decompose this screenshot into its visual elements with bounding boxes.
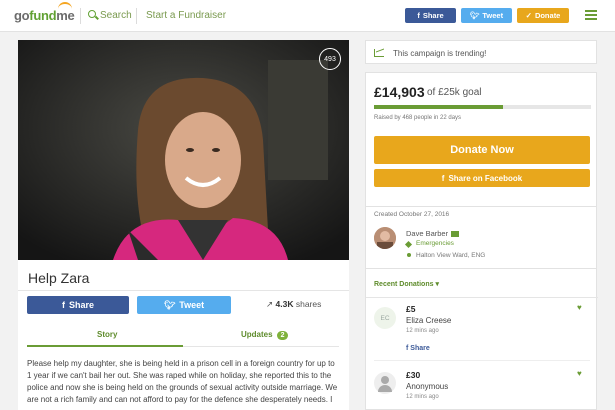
heart-icon[interactable]: ♥: [577, 369, 582, 378]
recent-donations-panel: Recent Donations EC £5 Eliza Creese 12 m…: [365, 268, 598, 410]
hamburger-menu-icon[interactable]: [585, 10, 597, 20]
goal-text: of £25k goal: [427, 87, 482, 98]
search-icon[interactable]: [88, 10, 96, 18]
facebook-icon: f: [406, 345, 409, 352]
heart-count-badge[interactable]: 493: [319, 48, 341, 70]
recent-donations-heading[interactable]: Recent Donations: [374, 280, 439, 288]
donation-amount: £5: [406, 304, 416, 314]
organizer-name[interactable]: Dave Barber: [406, 229, 460, 238]
share-on-facebook-button[interactable]: f Share on Facebook: [374, 169, 590, 187]
donor-avatar: EC: [374, 307, 396, 329]
header-divider: [80, 8, 81, 24]
location-pin-icon: [407, 253, 411, 257]
start-fundraiser-link[interactable]: Start a Fundraiser: [146, 10, 226, 21]
organizer-location: Halton View Ward, ENG: [416, 252, 486, 259]
campaign-story: Please help my daughter, she is being he…: [27, 359, 338, 404]
tab-updates[interactable]: Updates 2: [241, 330, 289, 340]
progress-bar: [374, 105, 591, 109]
donor-name: Anonymous: [406, 382, 449, 391]
created-date: Created October 27, 2016: [374, 211, 450, 218]
amount-raised: £14,903: [374, 84, 425, 100]
header-facebook-share-button[interactable]: f Share: [405, 8, 456, 23]
share-count: ↗ 4.3K shares: [266, 299, 322, 309]
twitter-icon: 🐦︎: [469, 11, 480, 20]
facebook-icon: f: [441, 173, 445, 183]
top-header: gofundme Search Start a Fundraiser f Sha…: [0, 0, 615, 32]
anonymous-donor-icon: [374, 372, 396, 394]
donation-time: 12 mins ago: [406, 394, 439, 400]
donation-share-link[interactable]: f Share: [406, 345, 430, 352]
progress-bar-fill: [374, 105, 504, 109]
gofundme-logo[interactable]: gofundme: [14, 2, 75, 23]
donation-divider: [374, 360, 590, 361]
campaign-photo: 493: [18, 40, 349, 260]
facebook-icon: f: [61, 300, 65, 310]
donation-time: 12 mins ago: [406, 328, 439, 334]
heart-icon[interactable]: ♥: [577, 303, 582, 312]
campaign-title: Help Zara: [28, 270, 90, 286]
logo-sun-icon: [58, 2, 72, 9]
mail-icon[interactable]: [451, 231, 460, 238]
header-divider: [136, 8, 137, 24]
facebook-icon: f: [417, 11, 420, 20]
donations-divider: [366, 297, 598, 298]
trending-chart-icon: [374, 49, 384, 57]
organizer-avatar: [374, 227, 396, 249]
tab-divider: [183, 346, 339, 347]
search-link[interactable]: Search: [100, 10, 132, 21]
facebook-share-button[interactable]: f Share: [27, 296, 129, 314]
header-donate-button[interactable]: ✓ Donate: [517, 8, 569, 23]
tab-story[interactable]: Story: [97, 330, 117, 339]
title-divider: [18, 290, 349, 291]
raised-by-text: Raised by 468 people in 22 days: [374, 115, 462, 121]
trending-arrow-icon: ↗: [266, 299, 274, 309]
twitter-icon: 🐦︎: [163, 299, 176, 310]
organizer-category[interactable]: Emergencies: [416, 240, 454, 247]
donate-now-button[interactable]: Donate Now: [374, 136, 590, 164]
campaign-main: 493 Help Zara f Share 🐦︎ Tweet ↗ 4.3K sh…: [18, 40, 349, 410]
checkmark-icon: ✓: [525, 11, 532, 20]
tag-icon: [404, 240, 413, 249]
trending-banner: This campaign is trending!: [365, 40, 597, 64]
tweet-button[interactable]: 🐦︎ Tweet: [137, 296, 231, 314]
active-tab-indicator: [27, 345, 183, 347]
donor-name: Eliza Creese: [406, 316, 452, 325]
updates-count-badge: 2: [276, 331, 289, 340]
donation-amount: £30: [406, 370, 421, 380]
campaign-photo-image: [18, 40, 349, 260]
header-tweet-button[interactable]: 🐦︎ Tweet: [461, 8, 512, 23]
